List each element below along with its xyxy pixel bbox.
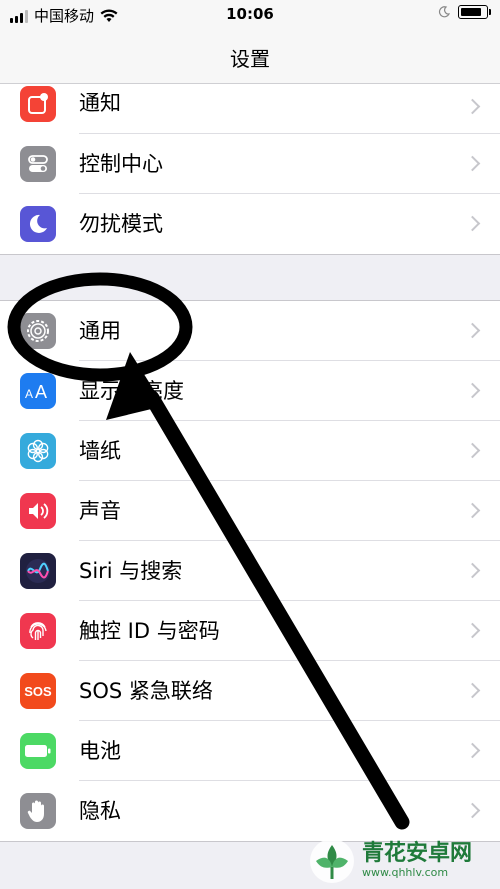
svg-text:A: A: [25, 387, 33, 401]
display-aa-icon: A A: [20, 373, 56, 409]
svg-text:A: A: [35, 382, 47, 401]
chevron-right-icon: [464, 215, 481, 232]
chevron-right-icon: [464, 98, 481, 115]
settings-row-notifications[interactable]: 通知: [0, 84, 500, 134]
watermark-url: www.qhhlv.com: [362, 866, 449, 879]
wallpaper-flower-icon: [20, 433, 56, 469]
settings-row-do-not-disturb[interactable]: 勿扰模式: [0, 194, 500, 254]
sos-icon: SOS: [20, 673, 56, 709]
moon-status-icon: [438, 6, 450, 18]
settings-row-privacy[interactable]: 隐私: [0, 781, 500, 841]
notifications-icon: [20, 86, 56, 122]
settings-group-2: 通用 A A 显示与亮度 墙纸 声音 Siri 与搜索 触控 ID 与密码 SO…: [0, 300, 500, 842]
chevron-right-icon: [464, 742, 481, 759]
row-label: 显示与亮度: [79, 379, 184, 403]
row-label: SOS 紧急联络: [79, 679, 213, 703]
settings-row-battery[interactable]: 电池: [0, 721, 500, 781]
settings-row-emergency-sos[interactable]: SOS SOS 紧急联络: [0, 661, 500, 721]
settings-row-sounds[interactable]: 声音: [0, 481, 500, 541]
chevron-right-icon: [464, 682, 481, 699]
row-label: Siri 与搜索: [79, 559, 183, 583]
fingerprint-icon: [20, 613, 56, 649]
settings-row-display-brightness[interactable]: A A 显示与亮度: [0, 361, 500, 421]
row-label: 墙纸: [79, 439, 121, 463]
battery-icon: [20, 733, 56, 769]
gear-icon: [20, 313, 56, 349]
nav-bar: 设置: [0, 30, 500, 84]
chevron-right-icon: [464, 502, 481, 519]
settings-row-wallpaper[interactable]: 墙纸: [0, 421, 500, 481]
battery-status-icon: [458, 5, 491, 19]
row-label: 通知: [79, 91, 121, 115]
watermark-title: 青花安卓网: [362, 841, 473, 866]
chevron-right-icon: [464, 382, 481, 399]
row-label: 通用: [79, 319, 121, 343]
status-time: 10:06: [226, 5, 274, 23]
chevron-right-icon: [464, 802, 481, 819]
status-right: [438, 5, 491, 19]
page-title: 设置: [230, 47, 270, 71]
control-center-icon: [20, 146, 56, 182]
settings-row-general[interactable]: 通用: [0, 301, 500, 361]
chevron-right-icon: [464, 322, 481, 339]
row-label: 勿扰模式: [79, 212, 163, 236]
row-label: 声音: [79, 499, 121, 523]
chevron-right-icon: [464, 155, 481, 172]
status-bar: 中国移动 10:06: [0, 0, 500, 30]
watermark-logo-icon: [310, 839, 354, 883]
speaker-icon: [20, 493, 56, 529]
chevron-right-icon: [464, 442, 481, 459]
row-label: 控制中心: [79, 152, 163, 176]
hand-icon: [20, 793, 56, 829]
settings-group-1: 通知 控制中心 勿扰模式: [0, 84, 500, 255]
chevron-right-icon: [464, 622, 481, 639]
moon-icon: [20, 206, 56, 242]
settings-row-touch-id-passcode[interactable]: 触控 ID 与密码: [0, 601, 500, 661]
watermark-text: 青花安卓网 www.qhhlv.com: [362, 842, 472, 880]
row-label: 电池: [79, 739, 121, 763]
settings-row-siri-search[interactable]: Siri 与搜索: [0, 541, 500, 601]
siri-icon: [20, 553, 56, 589]
settings-row-control-center[interactable]: 控制中心: [0, 134, 500, 194]
row-label: 隐私: [79, 799, 121, 823]
chevron-right-icon: [464, 562, 481, 579]
row-label: 触控 ID 与密码: [79, 619, 220, 643]
watermark: 青花安卓网 www.qhhlv.com: [308, 836, 498, 886]
